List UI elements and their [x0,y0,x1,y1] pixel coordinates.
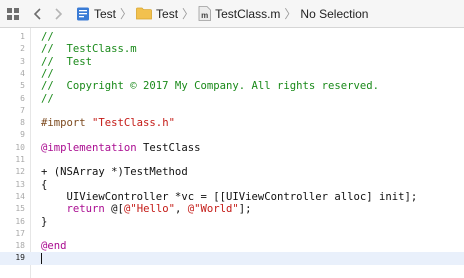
back-chevron-icon[interactable] [26,0,48,28]
code-text: // Copyright © 2017 My Company. All righ… [41,80,379,92]
line-number: 4 [20,68,25,78]
forward-chevron-icon[interactable] [48,0,70,28]
code-line[interactable]: 18 @end [0,240,464,252]
breadcrumb-label: TestClass.m [215,6,281,21]
code-line[interactable]: 19 [0,252,464,265]
line-number: 1 [20,32,25,41]
code-line[interactable]: 3 // Test [0,56,464,68]
code-line[interactable]: 16} [0,216,464,228]
code-token: @"World" [187,203,239,216]
breadcrumb-symbol[interactable]: No Selection [300,0,368,28]
breadcrumb-project[interactable]: Test [76,0,116,28]
folder-icon [136,7,152,20]
line-number: 5 [20,81,25,91]
line-number: 7 [20,105,25,115]
source-editor[interactable]: 1 // 2 // TestClass.m 3 // Test 4 // 5 // Copyrig… [0,28,464,278]
code-token: TestClass [136,141,201,154]
breadcrumb-separator-icon: 〉 [120,7,133,21]
code-token: UIViewController *vc = [[UIViewControlle… [41,190,418,203]
code-token: #import [41,117,93,130]
breadcrumb-label: Test [94,6,117,21]
code-token: @"Hello" [123,203,175,216]
code-line[interactable]: 6 // [0,93,464,105]
code-line[interactable]: 12 + (NSArray *)TestMethod [0,166,464,178]
code-text: // Test [41,56,92,68]
code-text: #import "TestClass.h" [41,117,175,129]
code-line[interactable]: 8 #import "TestClass.h" [0,117,464,129]
code-line[interactable]: 9 [0,129,464,141]
code-token: // [41,67,54,80]
line-number: 15 [15,204,25,214]
code-token: , [174,203,188,216]
code-text: // [41,68,54,80]
code-text: UIViewController *vc = [[UIViewControlle… [41,190,418,203]
breadcrumb-file[interactable]: m TestClass.m [198,0,280,28]
code-token: @end [41,240,67,253]
code-token: // Test [41,55,93,68]
code-token: @[ [104,203,124,216]
breadcrumb-group[interactable]: Test [136,0,178,28]
code-line[interactable]: 14 UIViewController *vc = [[UIViewContro… [0,191,464,203]
line-number: 6 [20,93,25,103]
line-number: 18 [15,241,25,251]
code-token: + (NSArray *)TestMethod [41,166,188,179]
code-token: "TestClass.h" [92,117,175,130]
line-number: 10 [15,142,25,152]
code-token: // TestClass.m [41,43,137,56]
code-token: @implementation [41,141,137,154]
code-token: // [41,31,54,43]
code-text: // [41,93,54,105]
code-line[interactable]: 4 // [0,68,464,80]
text-cursor [41,253,42,265]
code-line[interactable]: 15 return @[@"Hello", @"World"]; [0,203,464,215]
code-token: { [41,178,48,191]
breadcrumb-separator-icon: 〉 [284,7,297,21]
code-text: { [41,179,47,191]
line-number: 13 [15,179,25,189]
breadcrumb-label: Test [156,6,179,21]
line-number: 19 [15,253,25,263]
svg-text:m: m [201,11,208,20]
related-items-grid-icon[interactable] [0,0,26,28]
line-number: 12 [15,167,25,177]
code-text: + (NSArray *)TestMethod [41,166,188,178]
line-number: 11 [15,155,25,164]
code-text: @end [41,240,67,252]
line-number: 8 [20,118,25,128]
line-number: 16 [15,216,25,226]
objc-m-file-icon: m [198,6,211,21]
code-token: return [66,203,105,216]
xcode-project-icon [76,7,90,21]
code-text: } [41,216,47,228]
code-line[interactable]: 13 { [0,179,464,191]
line-number: 17 [15,228,25,238]
code-line[interactable]: 7 [0,105,464,117]
breadcrumb-label: No Selection [300,6,369,21]
code-line[interactable]: 11 [0,154,464,166]
jump-bar: Test 〉 Test 〉 m TestClass.m 〉 No Selecti… [0,0,464,28]
line-number: 14 [15,191,25,201]
code-line[interactable]: 5 // Copyright © 2017 My Company. All rig… [0,80,464,92]
line-number: 9 [20,130,25,140]
code-text: // TestClass.m [41,43,137,55]
line-number: 2 [20,44,25,54]
code-token: ]; [238,203,252,216]
code-token: } [41,215,48,228]
breadcrumb-separator-icon: 〉 [182,7,195,21]
code-line[interactable]: 2 // TestClass.m [0,43,464,55]
line-number: 3 [20,56,25,66]
code-line[interactable]: 17 [0,228,464,240]
code-token: // [41,92,54,105]
code-token: // Copyright © 2017 My Company. All righ… [41,80,380,93]
code-line[interactable]: 1 // [0,31,464,43]
code-text: return @[@"Hello", @"World"]; [41,203,252,215]
code-text: // [41,31,54,43]
code-line[interactable]: 10 @implementation TestClass [0,142,464,154]
code-text: @implementation TestClass [41,142,200,154]
